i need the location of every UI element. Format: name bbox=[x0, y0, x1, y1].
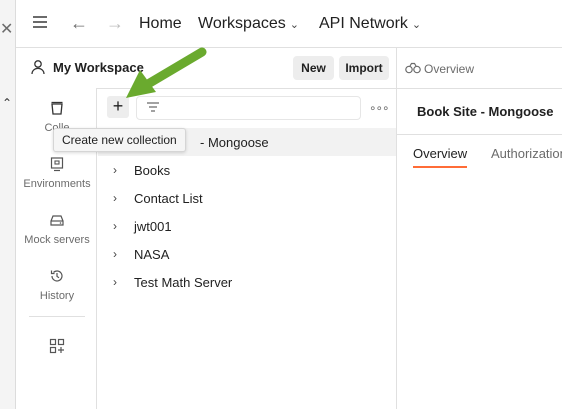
nav-api-network-label: API Network bbox=[319, 15, 408, 32]
new-button[interactable]: New bbox=[293, 56, 334, 80]
menu-icon[interactable] bbox=[33, 16, 47, 30]
tab-overview[interactable]: Overview bbox=[413, 146, 467, 161]
nav-home[interactable]: Home bbox=[139, 15, 182, 33]
close-icon[interactable]: ✕ bbox=[0, 22, 13, 38]
collections-icon bbox=[51, 101, 63, 115]
configure-workbench-icon[interactable] bbox=[49, 338, 65, 354]
sidebar-item-environments[interactable]: Environments bbox=[17, 156, 97, 190]
collection-name: Contact List bbox=[134, 191, 203, 206]
chevron-right-icon: › bbox=[113, 163, 117, 177]
tab-overview-header-label: Overview bbox=[424, 62, 475, 76]
page-title: Book Site - Mongoose bbox=[417, 104, 554, 119]
nav-workspaces[interactable]: Workspaces ⌄ bbox=[198, 15, 299, 33]
history-icon bbox=[50, 270, 63, 282]
forward-arrow-icon[interactable]: → bbox=[106, 13, 124, 34]
sidebar-item-mock-servers[interactable]: Mock servers bbox=[17, 212, 97, 246]
tooltip: Create new collection bbox=[53, 128, 186, 152]
list-item[interactable]: › NASA bbox=[98, 240, 396, 268]
nav-workspaces-label: Workspaces bbox=[198, 15, 286, 32]
tab-overview-header[interactable]: Overview bbox=[405, 62, 474, 76]
sidebar-item-label: Mock servers bbox=[24, 234, 90, 246]
more-options-icon[interactable]: ∘∘∘ bbox=[369, 101, 390, 115]
annotation-arrow-icon bbox=[126, 47, 207, 98]
divider bbox=[16, 47, 562, 48]
collection-name: NASA bbox=[134, 247, 170, 262]
user-icon bbox=[31, 60, 45, 75]
sidebar-item-history[interactable]: History bbox=[17, 268, 97, 302]
tab-authorization[interactable]: Authorization bbox=[491, 146, 562, 161]
binoculars-icon bbox=[405, 62, 421, 74]
chevron-right-icon: › bbox=[113, 247, 117, 261]
collection-name: - Mongoose bbox=[200, 135, 269, 150]
active-tab-indicator bbox=[413, 166, 467, 168]
chevron-down-icon: ⌄ bbox=[289, 19, 299, 31]
chevron-right-icon: › bbox=[113, 191, 117, 205]
left-edge-panel bbox=[0, 0, 16, 409]
import-button[interactable]: Import bbox=[339, 56, 389, 80]
back-arrow-icon[interactable]: ← bbox=[70, 13, 88, 34]
chevron-down-icon: ⌄ bbox=[411, 19, 422, 31]
chevron-right-icon: › bbox=[113, 275, 117, 289]
sidebar-item-label: History bbox=[39, 290, 75, 302]
environments-icon bbox=[50, 157, 64, 172]
divider bbox=[397, 88, 562, 89]
nav-api-network[interactable]: API Network ⌄ bbox=[319, 15, 421, 33]
list-item[interactable]: › Test Math Server bbox=[98, 268, 396, 296]
mock-servers-icon bbox=[50, 215, 64, 226]
list-item[interactable]: › jwt001 bbox=[98, 212, 396, 240]
pane-divider bbox=[396, 48, 397, 409]
chevron-up-icon[interactable]: ⌃ bbox=[2, 96, 12, 110]
divider bbox=[397, 134, 562, 135]
collection-name: Test Math Server bbox=[134, 275, 233, 290]
collection-name: jwt001 bbox=[134, 219, 172, 234]
chevron-right-icon: › bbox=[113, 219, 117, 233]
divider bbox=[29, 316, 85, 317]
collection-name: Books bbox=[134, 163, 171, 178]
list-item[interactable]: › Contact List bbox=[98, 184, 396, 212]
list-item[interactable]: › Books bbox=[98, 156, 396, 184]
sidebar-item-label: Environments bbox=[23, 178, 91, 190]
